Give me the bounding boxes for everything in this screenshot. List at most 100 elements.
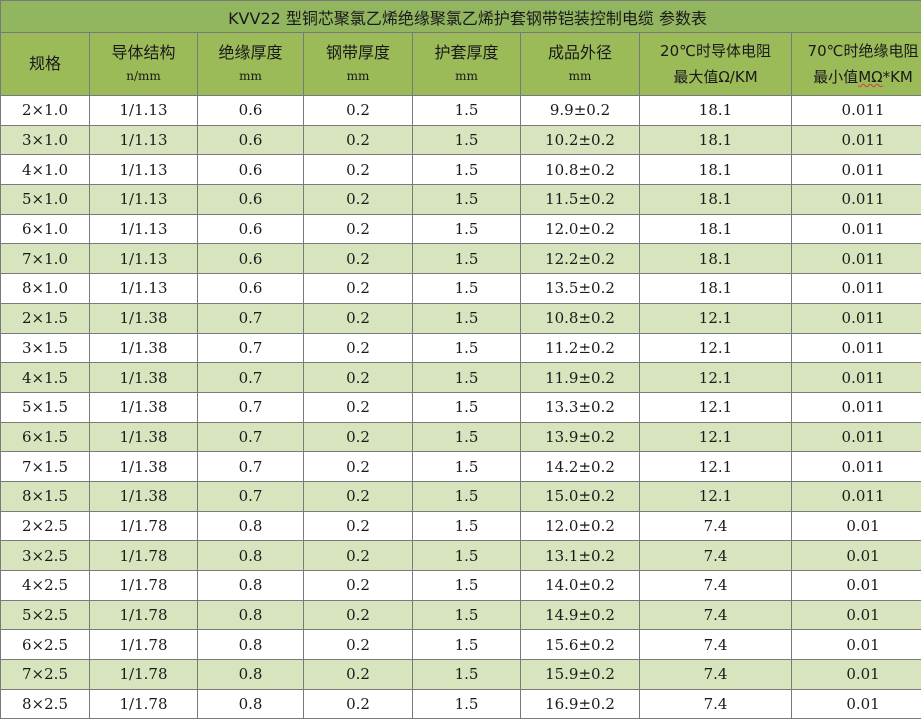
cell-spec: 5×1.0 [0, 184, 90, 215]
cell-spec: 8×1.0 [0, 273, 90, 304]
cell-sheath: 1.5 [412, 362, 521, 393]
cell-conductor: 1/1.38 [89, 421, 198, 453]
cell-spec: 8×2.5 [0, 688, 90, 720]
cell-steel-tape: 0.2 [303, 154, 413, 186]
cell-insulation-resistance: 0.01 [790, 629, 921, 661]
cell-sheath: 1.5 [412, 599, 521, 631]
cell-conductor: 1/1.38 [89, 480, 198, 512]
cell-steel-tape: 0.2 [303, 629, 413, 661]
cell-outer-diameter: 11.2±0.2 [520, 332, 640, 364]
cell-insulation: 0.6 [197, 213, 304, 245]
cell-spec: 5×1.5 [0, 391, 90, 423]
cell-outer-diameter: 11.9±0.2 [520, 362, 640, 393]
cell-outer-diameter: 12.0±0.2 [520, 213, 640, 245]
header-insulation-resistance: 70℃时绝缘电阻 最小值MΩ*KM [790, 32, 921, 96]
cell-conductor-resistance: 12.1 [639, 302, 792, 334]
cell-insulation-resistance: 0.011 [790, 421, 921, 453]
cell-outer-diameter: 14.2±0.2 [520, 451, 640, 482]
cell-insulation-resistance: 0.011 [790, 154, 921, 186]
header-sheath: 护套厚度 mm [412, 32, 521, 96]
cell-conductor-resistance: 18.1 [639, 213, 792, 245]
cell-spec: 4×1.0 [0, 154, 90, 186]
cell-conductor-resistance: 7.4 [639, 659, 792, 690]
cell-conductor-resistance: 12.1 [639, 332, 792, 364]
cell-sheath: 1.5 [412, 273, 521, 304]
cell-insulation: 0.8 [197, 688, 304, 720]
table-row: 8×1.5 1/1.38 0.7 0.2 1.5 15.0±0.2 12.1 0.011 [0, 480, 921, 512]
cell-insulation-resistance: 0.01 [790, 659, 921, 690]
cell-conductor: 1/1.78 [89, 570, 198, 601]
cell-outer-diameter: 9.9±0.2 [520, 95, 640, 126]
cell-spec: 4×2.5 [0, 570, 90, 601]
table-row: 4×1.5 1/1.38 0.7 0.2 1.5 11.9±0.2 12.1 0.011 [0, 362, 921, 393]
cell-conductor: 1/1.13 [89, 273, 198, 304]
table-row: 8×2.5 1/1.78 0.8 0.2 1.5 16.9±0.2 7.4 0.01 [0, 688, 921, 720]
table-row: 5×1.0 1/1.13 0.6 0.2 1.5 11.5±0.2 18.1 0.011 [0, 184, 921, 215]
cell-insulation-resistance: 0.011 [790, 362, 921, 393]
cell-insulation-resistance: 0.011 [790, 273, 921, 304]
cell-spec: 6×1.5 [0, 421, 90, 453]
cell-steel-tape: 0.2 [303, 391, 413, 423]
cell-outer-diameter: 10.8±0.2 [520, 302, 640, 334]
cell-insulation: 0.6 [197, 95, 304, 126]
cell-conductor: 1/1.78 [89, 540, 198, 571]
cell-spec: 7×1.0 [0, 243, 90, 275]
cell-conductor: 1/1.38 [89, 362, 198, 393]
cell-outer-diameter: 12.2±0.2 [520, 243, 640, 275]
cell-conductor-resistance: 18.1 [639, 243, 792, 275]
table-row: 5×1.5 1/1.38 0.7 0.2 1.5 13.3±0.2 12.1 0.011 [0, 391, 921, 423]
cell-insulation-resistance: 0.011 [790, 95, 921, 126]
cell-steel-tape: 0.2 [303, 659, 413, 690]
header-line1: 70℃时绝缘电阻 [807, 42, 919, 60]
cell-spec: 2×1.0 [0, 95, 90, 126]
cell-insulation: 0.7 [197, 391, 304, 423]
cell-outer-diameter: 15.0±0.2 [520, 480, 640, 512]
cell-sheath: 1.5 [412, 688, 521, 720]
cell-steel-tape: 0.2 [303, 124, 413, 156]
cell-insulation-resistance: 0.011 [790, 243, 921, 275]
cell-conductor-resistance: 18.1 [639, 124, 792, 156]
spec-sheet: KVV22 型铜芯聚氯乙烯绝缘聚氯乙烯护套钢带铠装控制电缆 参数表 规格 导体结… [0, 0, 921, 720]
cell-sheath: 1.5 [412, 332, 521, 364]
cell-insulation-resistance: 0.011 [790, 184, 921, 215]
cell-conductor: 1/1.13 [89, 184, 198, 215]
cell-insulation: 0.8 [197, 629, 304, 661]
table-row: 8×1.0 1/1.13 0.6 0.2 1.5 13.5±0.2 18.1 0.011 [0, 273, 921, 304]
cell-spec: 6×2.5 [0, 629, 90, 661]
table-row: 2×1.5 1/1.38 0.7 0.2 1.5 10.8±0.2 12.1 0.011 [0, 302, 921, 334]
cell-spec: 7×2.5 [0, 659, 90, 690]
spec-table: KVV22 型铜芯聚氯乙烯绝缘聚氯乙烯护套钢带铠装控制电缆 参数表 规格 导体结… [0, 0, 921, 720]
cell-sheath: 1.5 [412, 451, 521, 482]
table-row: 5×2.5 1/1.78 0.8 0.2 1.5 14.9±0.2 7.4 0.01 [0, 599, 921, 631]
header-line2-prefix: 最小值 [813, 68, 859, 86]
cell-outer-diameter: 15.9±0.2 [520, 659, 640, 690]
cell-insulation-resistance: 0.01 [790, 510, 921, 542]
cell-conductor: 1/1.38 [89, 332, 198, 364]
cell-outer-diameter: 14.0±0.2 [520, 570, 640, 601]
header-line1: 20℃时导体电阻 [660, 42, 771, 60]
table-title: KVV22 型铜芯聚氯乙烯绝缘聚氯乙烯护套钢带铠装控制电缆 参数表 [0, 0, 921, 33]
cell-insulation: 0.6 [197, 273, 304, 304]
cell-steel-tape: 0.2 [303, 570, 413, 601]
cell-steel-tape: 0.2 [303, 273, 413, 304]
cell-spec: 2×1.5 [0, 302, 90, 334]
cell-conductor-resistance: 7.4 [639, 510, 792, 542]
header-unit: mm [455, 69, 478, 83]
cell-insulation: 0.8 [197, 540, 304, 571]
cell-sheath: 1.5 [412, 480, 521, 512]
cell-spec: 8×1.5 [0, 480, 90, 512]
cell-conductor: 1/1.38 [89, 302, 198, 334]
title-row: KVV22 型铜芯聚氯乙烯绝缘聚氯乙烯护套钢带铠装控制电缆 参数表 [0, 0, 921, 33]
cell-insulation: 0.8 [197, 570, 304, 601]
header-unit: n/mm [126, 69, 161, 83]
cell-sheath: 1.5 [412, 184, 521, 215]
cell-conductor-resistance: 7.4 [639, 688, 792, 720]
table-row: 6×1.0 1/1.13 0.6 0.2 1.5 12.0±0.2 18.1 0.011 [0, 213, 921, 245]
cell-insulation-resistance: 0.01 [790, 688, 921, 720]
header-spec: 规格 [0, 32, 90, 96]
cell-sheath: 1.5 [412, 421, 521, 453]
cell-conductor: 1/1.78 [89, 688, 198, 720]
header-conductor: 导体结构 n/mm [89, 32, 198, 96]
cell-insulation: 0.7 [197, 362, 304, 393]
header-line2-suffix: *KM [882, 68, 913, 86]
